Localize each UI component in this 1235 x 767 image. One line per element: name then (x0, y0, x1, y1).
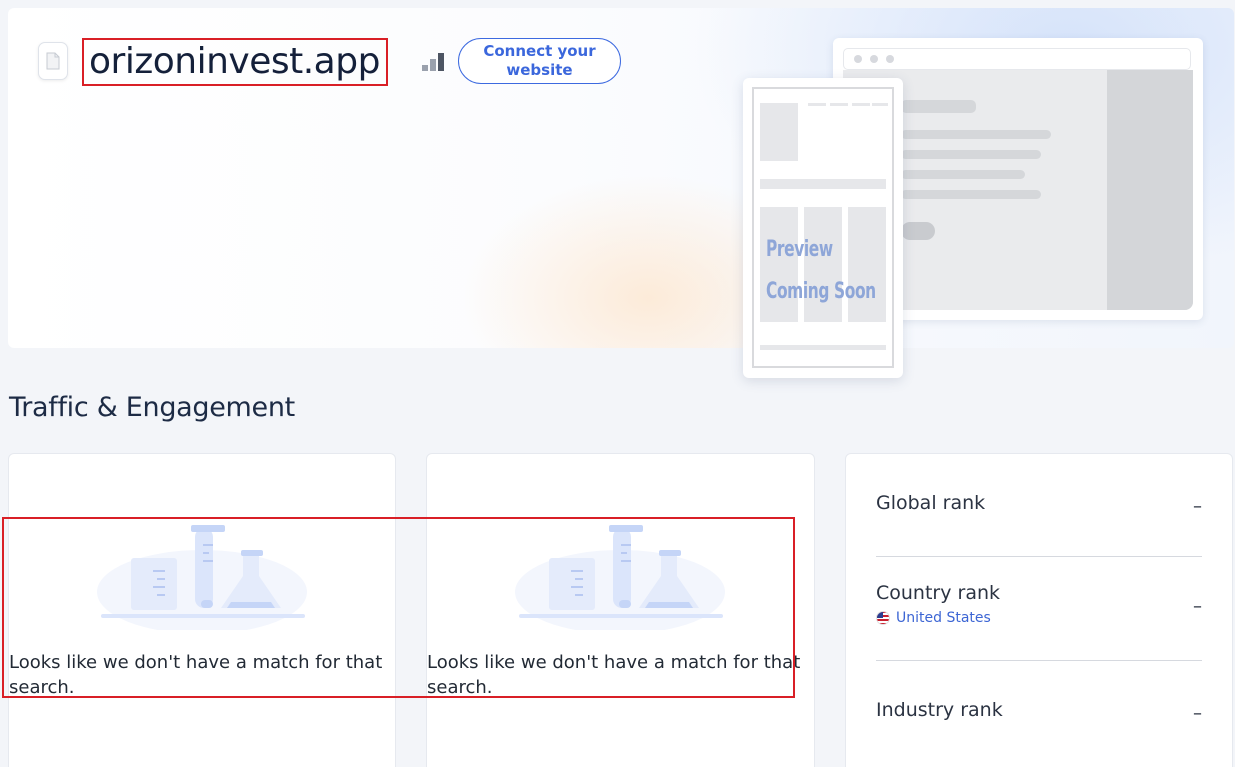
domain-title: orizoninvest.app (82, 38, 388, 86)
rank-bars-icon (422, 53, 444, 71)
traffic-card-1: Looks like we don't have a match for tha… (8, 453, 396, 767)
lab-flask-icon (97, 525, 307, 630)
divider (876, 556, 1202, 557)
country-rank-value: – (1193, 596, 1202, 617)
preview-coming-soon-text: Preview Coming Soon (766, 237, 876, 304)
country-name: United States (896, 610, 991, 626)
industry-rank-label: Industry rank (876, 699, 1003, 721)
global-rank-row: Global rank – (876, 492, 1202, 517)
country-rank-row: Country rank – United States (876, 582, 1202, 626)
global-rank-label: Global rank (876, 492, 986, 514)
favicon-icon (38, 42, 68, 80)
section-title: Traffic & Engagement (9, 392, 295, 423)
rank-card: Global rank – Country rank – United Stat… (845, 453, 1233, 767)
empty-state-message: Looks like we don't have a match for tha… (427, 652, 801, 698)
site-header-panel: orizoninvest.app Connect your website Pr… (8, 8, 1234, 378)
mobile-preview-image: Preview Coming Soon (743, 78, 903, 378)
global-rank-value: – (1193, 496, 1202, 517)
industry-rank-row: Industry rank – (876, 699, 1202, 724)
connect-button-label: Connect your website (483, 42, 596, 79)
connect-website-button[interactable]: Connect your website (458, 38, 621, 84)
empty-state-message: Looks like we don't have a match for tha… (9, 652, 383, 698)
lab-flask-icon (515, 525, 725, 630)
country-link[interactable]: United States (876, 610, 1202, 626)
country-rank-label: Country rank (876, 582, 1001, 604)
divider (876, 660, 1202, 661)
traffic-card-2: Looks like we don't have a match for tha… (426, 453, 815, 767)
industry-rank-value: – (1193, 703, 1202, 724)
us-flag-icon (876, 611, 890, 625)
